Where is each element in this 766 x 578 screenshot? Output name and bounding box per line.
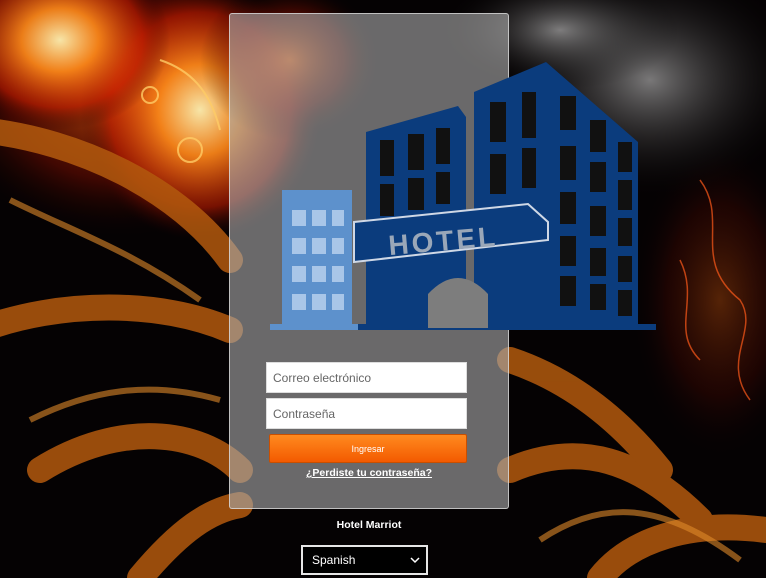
small-building-icon xyxy=(270,190,362,330)
hotel-building-logo: HOTEL xyxy=(270,62,656,330)
login-button[interactable]: Ingresar xyxy=(269,434,467,463)
language-select[interactable]: Spanish xyxy=(301,545,428,575)
password-input[interactable] xyxy=(266,398,467,429)
main-building-icon: HOTEL xyxy=(353,62,656,330)
language-select-value: Spanish xyxy=(312,553,356,567)
email-input[interactable] xyxy=(266,362,467,393)
forgot-password-link[interactable]: ¿Perdiste tu contraseña? xyxy=(269,467,469,479)
chevron-down-icon xyxy=(410,557,420,564)
hotel-name-label: Hotel Marriot xyxy=(336,519,402,531)
